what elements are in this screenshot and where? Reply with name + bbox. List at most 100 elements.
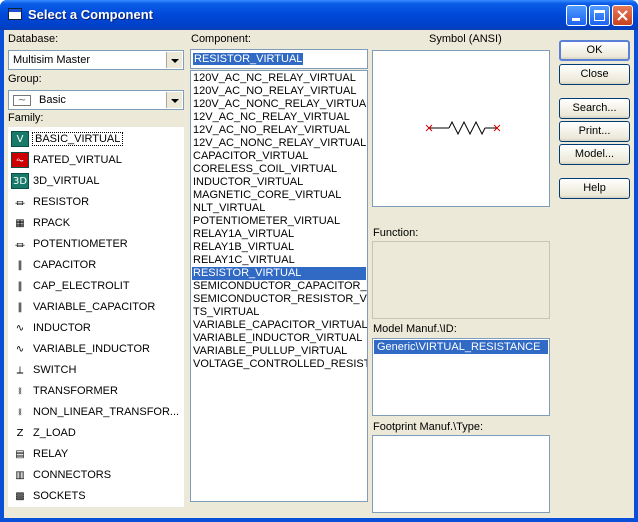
database-dropdown[interactable]: Multisim Master bbox=[8, 50, 184, 70]
family-item-label: POTENTIOMETER bbox=[33, 238, 128, 250]
component-list-item[interactable]: CAPACITOR_VIRTUAL bbox=[193, 150, 309, 163]
family-item[interactable]: ⏦ RATED_VIRTUAL bbox=[11, 150, 122, 170]
basic-virtual-icon: V bbox=[11, 131, 29, 147]
minimize-icon bbox=[572, 18, 580, 21]
family-item[interactable]: ⧛ TRANSFORMER bbox=[11, 381, 118, 401]
component-list-item[interactable]: INDUCTOR_VIRTUAL bbox=[193, 176, 303, 189]
component-list-item[interactable]: RELAY1B_VIRTUAL bbox=[193, 241, 294, 254]
footprint-list[interactable] bbox=[372, 435, 550, 513]
component-list-item[interactable]: NLT_VIRTUAL bbox=[193, 202, 265, 215]
component-list-item[interactable]: SEMICONDUCTOR_CAPACITOR_V bbox=[193, 280, 367, 293]
family-item[interactable]: ▦ RPACK bbox=[11, 213, 70, 233]
family-item-label: SOCKETS bbox=[33, 490, 86, 502]
rpack-icon: ▦ bbox=[11, 215, 29, 231]
component-list-item[interactable]: 12V_AC_NO_RELAY_VIRTUAL bbox=[193, 124, 350, 137]
inductor-icon: ∿ bbox=[11, 320, 29, 336]
database-label: Database: bbox=[8, 33, 59, 45]
group-value: Basic bbox=[39, 94, 66, 106]
maximize-icon bbox=[594, 10, 605, 21]
model-button[interactable]: Model... bbox=[559, 144, 630, 165]
function-text-area bbox=[372, 241, 550, 319]
component-list-item[interactable]: RELAY1C_VIRTUAL bbox=[193, 254, 295, 267]
chevron-down-icon[interactable] bbox=[166, 52, 182, 68]
family-item[interactable]: ⏛ POTENTIOMETER bbox=[11, 234, 128, 254]
switch-icon: ⟂ bbox=[11, 362, 29, 378]
search-button[interactable]: Search... bbox=[559, 98, 630, 119]
window-title: Select a Component bbox=[28, 7, 153, 22]
family-item[interactable]: V BASIC_VIRTUAL bbox=[11, 129, 124, 149]
family-item-label: Z_LOAD bbox=[33, 427, 76, 439]
component-list-item[interactable]: POTENTIOMETER_VIRTUAL bbox=[193, 215, 340, 228]
family-item-label: TRANSFORMER bbox=[33, 385, 118, 397]
family-label: Family: bbox=[8, 112, 44, 124]
component-list[interactable]: 120V_AC_NC_RELAY_VIRTUAL 120V_AC_NO_RELAY… bbox=[190, 70, 368, 502]
family-item[interactable]: Z Z_LOAD bbox=[11, 423, 76, 443]
family-item-label: BASIC_VIRTUAL bbox=[31, 132, 124, 146]
family-item[interactable]: ‖ CAPACITOR bbox=[11, 255, 96, 275]
window-icon bbox=[8, 8, 22, 20]
family-item-label: INDUCTOR bbox=[33, 322, 91, 334]
family-item-label: VARIABLE_CAPACITOR bbox=[33, 301, 156, 313]
capacitor-icon: ‖ bbox=[11, 257, 29, 273]
component-list-item[interactable]: RELAY1A_VIRTUAL bbox=[193, 228, 294, 241]
component-list-item[interactable]: 120V_AC_NC_RELAY_VIRTUAL bbox=[193, 72, 356, 85]
sockets-icon: ▩ bbox=[11, 488, 29, 504]
family-item[interactable]: ⟂ SWITCH bbox=[11, 360, 76, 380]
model-list[interactable]: Generic\VIRTUAL_RESISTANCE bbox=[372, 338, 550, 416]
model-list-item[interactable]: Generic\VIRTUAL_RESISTANCE bbox=[374, 340, 548, 354]
database-value: Multisim Master bbox=[13, 54, 91, 66]
close-window-button[interactable] bbox=[612, 5, 633, 26]
component-list-item[interactable]: 120V_AC_NO_RELAY_VIRTUAL bbox=[193, 85, 356, 98]
resistor-symbol-icon bbox=[425, 120, 501, 136]
print-button[interactable]: Print... bbox=[559, 121, 630, 142]
close-button[interactable]: Close bbox=[559, 64, 630, 85]
component-filter-input[interactable]: RESISTOR_VIRTUAL bbox=[190, 49, 368, 69]
chevron-down-icon[interactable] bbox=[166, 92, 182, 108]
family-item-label: SWITCH bbox=[33, 364, 77, 376]
family-item[interactable]: ▥ CONNECTORS bbox=[11, 465, 111, 485]
model-list-item-label: Generic\VIRTUAL_RESISTANCE bbox=[377, 341, 541, 353]
family-item[interactable]: 3D 3D_VIRTUAL bbox=[11, 171, 99, 191]
component-list-item[interactable]: VOLTAGE_CONTROLLED_RESIST bbox=[193, 358, 367, 371]
potentiometer-icon: ⏛ bbox=[11, 236, 29, 252]
minimize-button[interactable] bbox=[566, 5, 587, 26]
group-dropdown[interactable]: ⁓ Basic bbox=[8, 90, 184, 110]
maximize-button[interactable] bbox=[589, 5, 610, 26]
component-list-item[interactable]: RESISTOR_VIRTUAL bbox=[192, 267, 366, 280]
family-item[interactable]: ⏛ RESISTOR bbox=[11, 192, 89, 212]
help-button[interactable]: Help bbox=[559, 178, 630, 199]
component-label: Component: bbox=[191, 33, 251, 45]
component-list-item[interactable]: VARIABLE_PULLUP_VIRTUAL bbox=[193, 345, 347, 358]
component-filter-value: RESISTOR_VIRTUAL bbox=[193, 53, 304, 65]
component-list-item[interactable]: MAGNETIC_CORE_VIRTUAL bbox=[193, 189, 341, 202]
component-list-item[interactable]: CORELESS_COIL_VIRTUAL bbox=[193, 163, 337, 176]
component-list-item[interactable]: 12V_AC_NC_RELAY_VIRTUAL bbox=[193, 111, 350, 124]
rated-virtual-icon: ⏦ bbox=[11, 152, 29, 168]
family-item[interactable]: ‖ CAP_ELECTROLIT bbox=[11, 276, 130, 296]
family-item[interactable]: ∿ VARIABLE_INDUCTOR bbox=[11, 339, 150, 359]
family-list[interactable]: V BASIC_VIRTUAL ⏦ RATED_VIRTUAL 3D 3D_VIRTUAL… bbox=[8, 127, 184, 507]
family-item-label: 3D_VIRTUAL bbox=[33, 175, 100, 187]
family-item-label: RELAY bbox=[33, 448, 69, 460]
transformer-icon: ⧛ bbox=[11, 383, 29, 399]
family-item-label: CONNECTORS bbox=[33, 469, 112, 481]
family-item[interactable]: ‖ VARIABLE_CAPACITOR bbox=[11, 297, 155, 317]
symbol-label: Symbol (ANSI) bbox=[429, 33, 502, 45]
dialog-client-area: Database: Multisim Master Group: ⁓ Basic… bbox=[4, 30, 634, 518]
family-item[interactable]: ∿ INDUCTOR bbox=[11, 318, 91, 338]
close-icon bbox=[617, 10, 628, 21]
variable-inductor-icon: ∿ bbox=[11, 341, 29, 357]
ok-button[interactable]: OK bbox=[559, 40, 630, 61]
title-bar[interactable]: Select a Component bbox=[0, 0, 638, 30]
component-list-item[interactable]: TS_VIRTUAL bbox=[193, 306, 259, 319]
family-item[interactable]: ▤ RELAY bbox=[11, 444, 68, 464]
component-list-item[interactable]: 12V_AC_NONC_RELAY_VIRTUAL bbox=[193, 137, 366, 150]
component-list-item[interactable]: 120V_AC_NONC_RELAY_VIRTUAL bbox=[193, 98, 367, 111]
family-item[interactable]: ▩ SOCKETS bbox=[11, 486, 86, 506]
component-list-item[interactable]: VARIABLE_CAPACITOR_VIRTUAL bbox=[193, 319, 367, 332]
component-list-item[interactable]: SEMICONDUCTOR_RESISTOR_VI bbox=[193, 293, 367, 306]
nonlinear-transformer-icon: ⧛ bbox=[11, 404, 29, 420]
family-item[interactable]: ⧛ NON_LINEAR_TRANSFOR... bbox=[11, 402, 179, 422]
component-list-item[interactable]: VARIABLE_INDUCTOR_VIRTUAL bbox=[193, 332, 362, 345]
resistor-icon: ⏛ bbox=[11, 194, 29, 210]
